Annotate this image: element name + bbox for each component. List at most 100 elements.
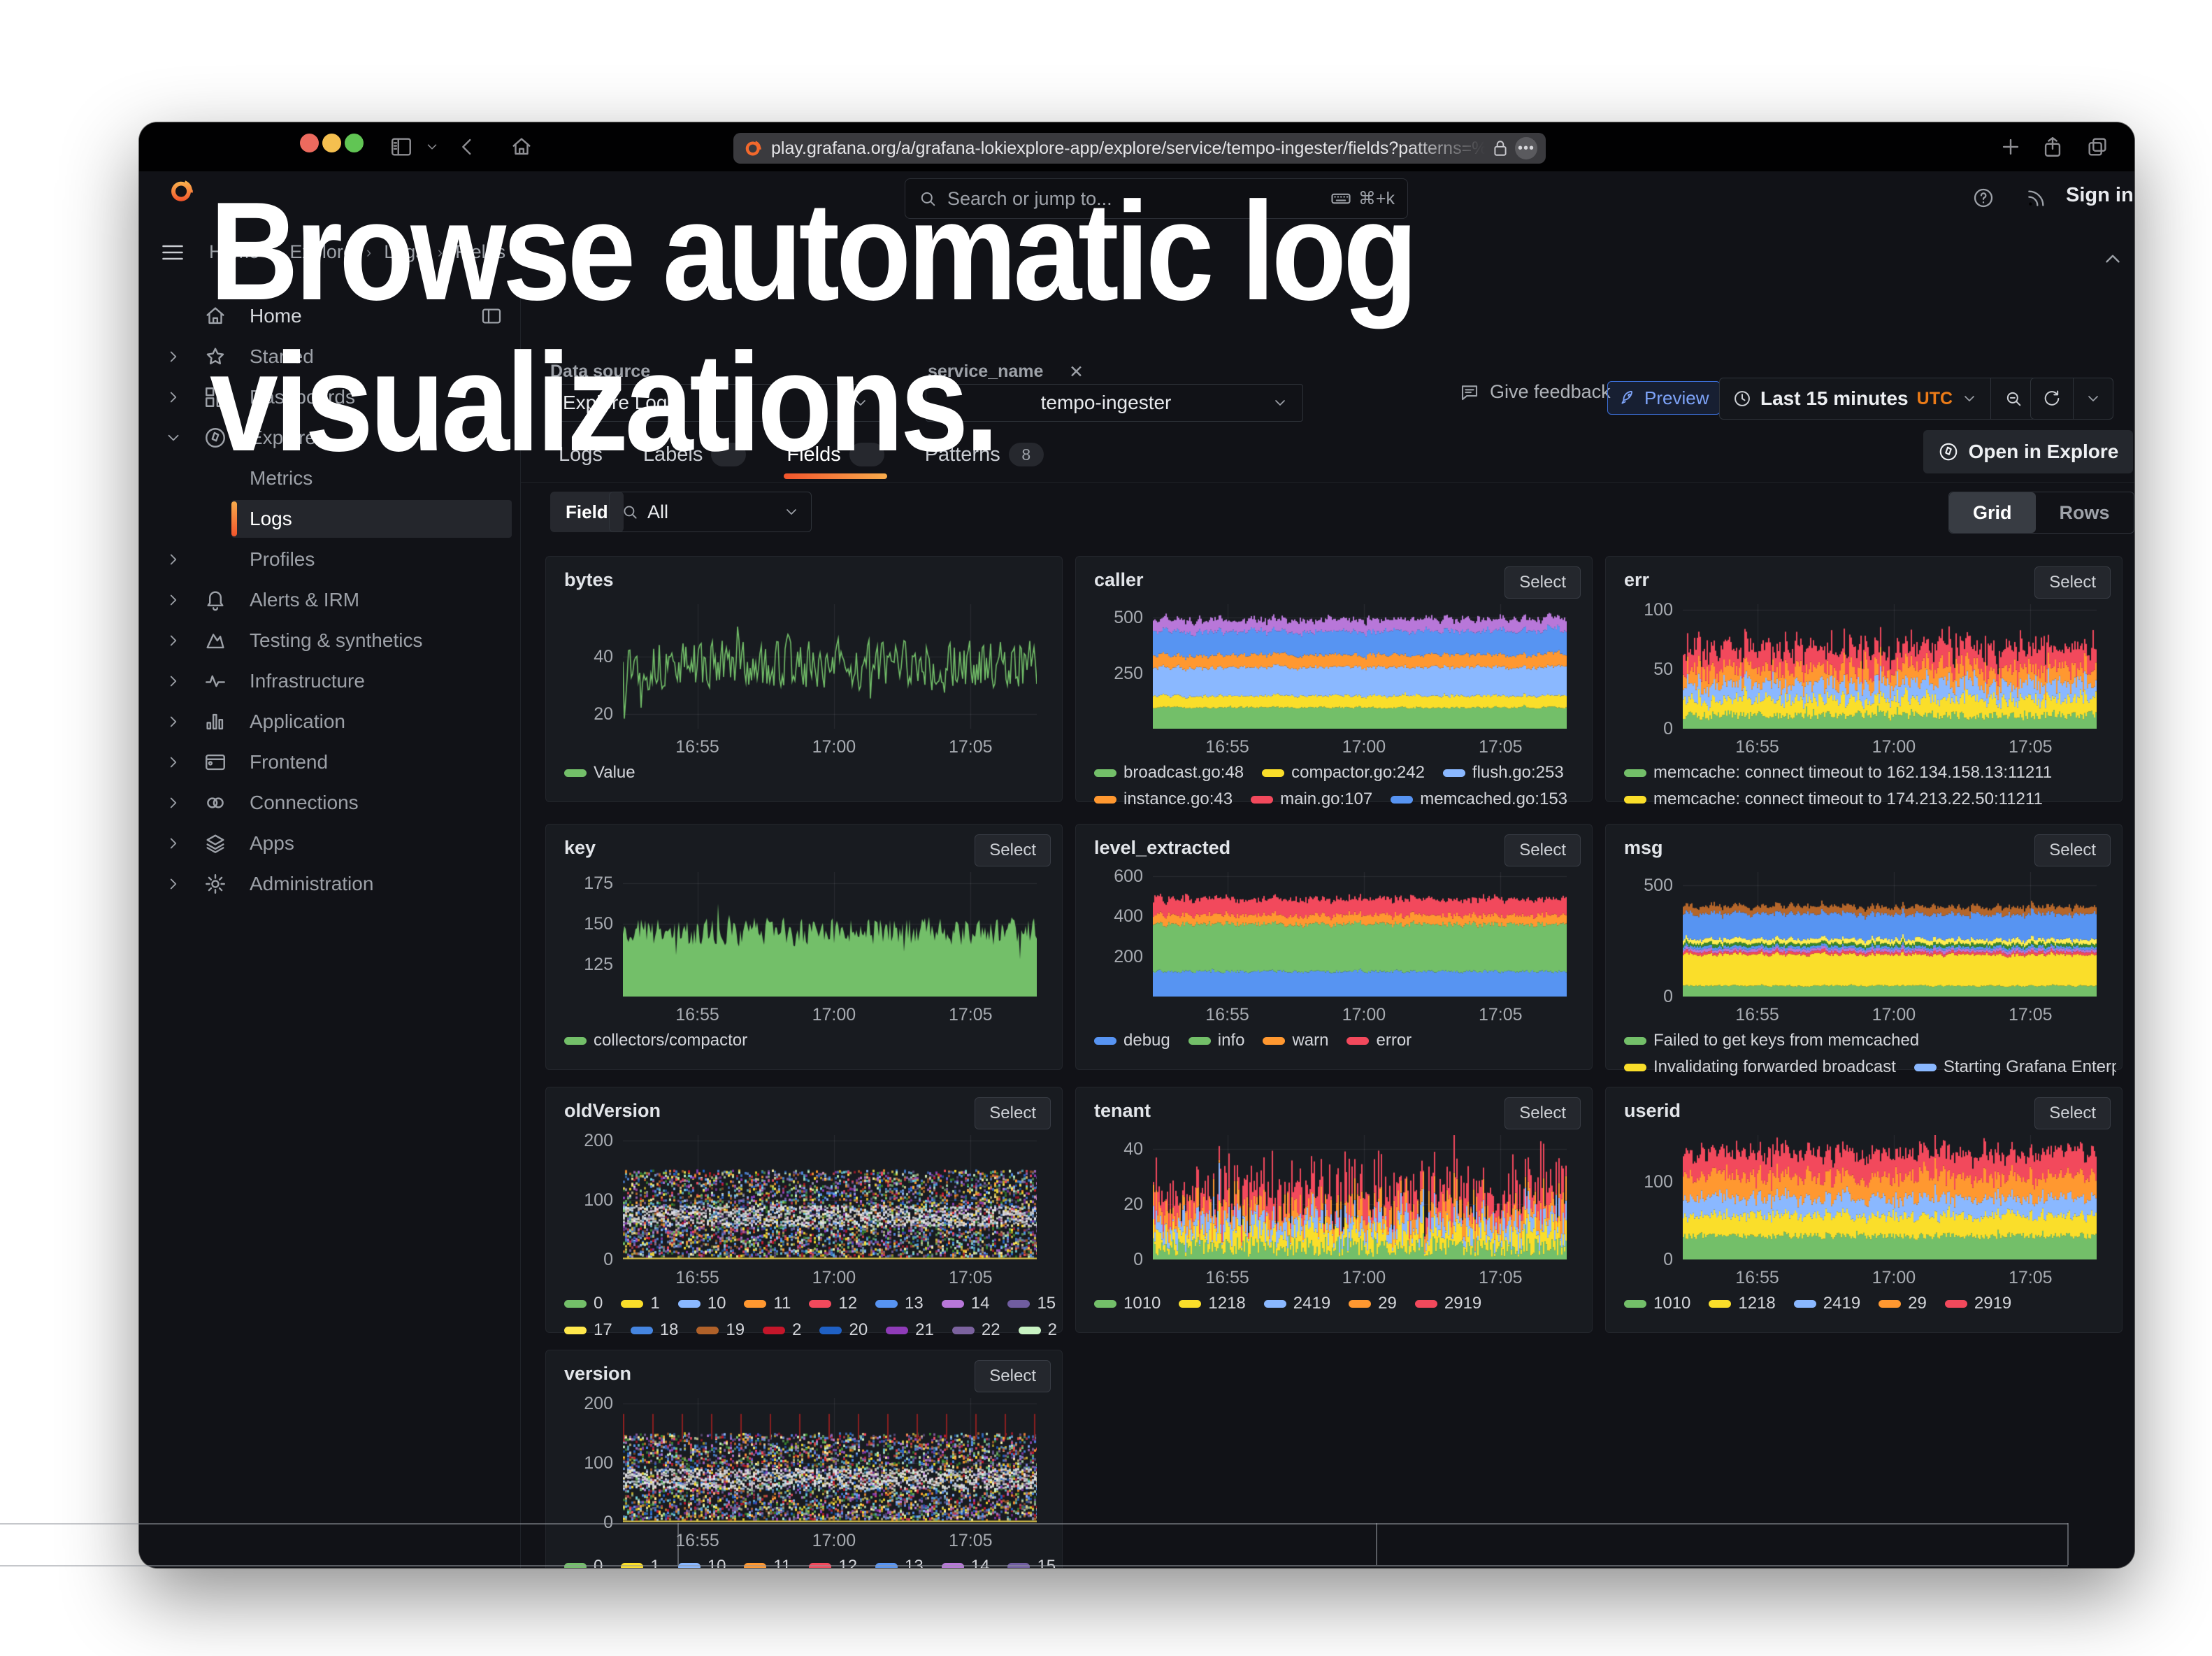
field-search-select[interactable]: All: [609, 492, 812, 532]
legend-item[interactable]: 29: [1879, 1294, 1927, 1313]
legend-item[interactable]: memcached.go:153: [1391, 790, 1567, 809]
legend-item[interactable]: 12: [809, 1294, 857, 1313]
legend-item[interactable]: 11: [744, 1294, 791, 1313]
legend-item[interactable]: collectors/compactor: [564, 1031, 747, 1050]
sidebar-item-alerts-irm[interactable]: Alerts & IRM: [139, 580, 520, 620]
select-button[interactable]: Select: [975, 1360, 1051, 1392]
chevron-right-icon[interactable]: [164, 713, 182, 731]
legend-item[interactable]: 2919: [1415, 1294, 1481, 1313]
legend-item[interactable]: 23: [1019, 1320, 1056, 1340]
rss-icon[interactable]: [2025, 187, 2048, 209]
url-bar[interactable]: play.grafana.org/a/grafana-lokiexplore-a…: [733, 133, 1546, 164]
chart-canvas[interactable]: [1153, 872, 1567, 997]
help-icon[interactable]: [1972, 187, 1995, 209]
select-button[interactable]: Select: [975, 1097, 1051, 1129]
select-button[interactable]: Select: [2034, 1097, 2111, 1129]
legend-item[interactable]: 20: [819, 1320, 868, 1340]
sidebar-item-logs[interactable]: Logs: [139, 499, 520, 539]
tabs-overview-icon[interactable]: [2085, 135, 2109, 159]
time-picker[interactable]: Last 15 minutes UTC: [1719, 378, 2037, 420]
sidebar-item-starred[interactable]: Starred: [139, 336, 520, 377]
legend-item[interactable]: debug: [1094, 1031, 1170, 1050]
legend-item[interactable]: 0: [564, 1294, 603, 1313]
breadcrumb-explore[interactable]: Explore: [289, 241, 354, 263]
legend-item[interactable]: 14: [942, 1294, 990, 1313]
search-input[interactable]: Search or jump to... ⌘+k: [905, 178, 1408, 219]
sidebar-item-infrastructure[interactable]: Infrastructure: [139, 661, 520, 701]
breadcrumb-home[interactable]: Home: [209, 241, 259, 263]
breadcrumb-fields[interactable]: Fields: [455, 241, 505, 263]
legend-item[interactable]: Invalidating forwarded broadcast: [1624, 1057, 1896, 1077]
select-button[interactable]: Select: [1504, 834, 1581, 866]
new-tab-icon[interactable]: [1999, 135, 2023, 159]
menu-icon[interactable]: [160, 240, 185, 265]
legend-item[interactable]: Failed to get keys from memcached: [1624, 1031, 1919, 1050]
zoom-out-button[interactable]: [1991, 378, 2036, 419]
chevron-right-icon[interactable]: [164, 631, 182, 650]
chart-canvas[interactable]: [623, 872, 1037, 997]
chevron-right-icon[interactable]: [164, 794, 182, 812]
legend-item[interactable]: 2: [763, 1320, 801, 1340]
legend-item[interactable]: 29: [1349, 1294, 1397, 1313]
chevron-right-icon[interactable]: [164, 753, 182, 771]
legend-item[interactable]: main.go:107: [1251, 790, 1372, 809]
chart-canvas[interactable]: [623, 604, 1037, 729]
legend-item[interactable]: broadcast.go:48: [1094, 763, 1244, 783]
sidebar-item-dashboards[interactable]: Dashboards: [139, 377, 520, 417]
chart-canvas[interactable]: [623, 1398, 1037, 1522]
tab-patterns[interactable]: Patterns8: [925, 443, 1044, 479]
chevron-right-icon[interactable]: [164, 834, 182, 852]
legend-item[interactable]: 10: [678, 1294, 726, 1313]
legend-item[interactable]: memcache: connect timeout to 162.134.158…: [1624, 763, 2052, 783]
tab-logs[interactable]: Logs: [559, 443, 603, 479]
more-options-icon[interactable]: •••: [1515, 137, 1537, 159]
sidebar-item-connections[interactable]: Connections: [139, 783, 520, 823]
chevron-down-icon[interactable]: [164, 429, 182, 447]
data-source-select[interactable]: Explore Logs: [548, 384, 884, 422]
chevron-right-icon[interactable]: [164, 388, 182, 406]
legend-item[interactable]: Starting Grafana Enterpri: [1914, 1057, 2116, 1077]
collapse-chevron-icon[interactable]: [2101, 247, 2125, 271]
legend-item[interactable]: 22: [952, 1320, 1000, 1340]
sidebar-item-metrics[interactable]: Metrics: [139, 458, 520, 499]
legend-item[interactable]: 21: [886, 1320, 934, 1340]
select-button[interactable]: Select: [1504, 1097, 1581, 1129]
legend-item[interactable]: memcache: connect timeout to 174.213.22.…: [1624, 790, 2043, 809]
legend-item[interactable]: instance.go:43: [1094, 790, 1233, 809]
chevron-right-icon[interactable]: [164, 591, 182, 609]
toggle-grid[interactable]: Grid: [1949, 492, 2036, 533]
tab-fields[interactable]: Fields: [787, 443, 884, 479]
legend-item[interactable]: 1010: [1094, 1294, 1161, 1313]
legend-item[interactable]: 1218: [1179, 1294, 1245, 1313]
close-window-button[interactable]: [300, 134, 319, 152]
sidebar-item-apps[interactable]: Apps: [139, 823, 520, 864]
refresh-interval-button[interactable]: [2074, 378, 2113, 419]
home-nav-icon[interactable]: [510, 135, 533, 159]
sidebar-item-application[interactable]: Application: [139, 701, 520, 742]
give-feedback-link[interactable]: Give feedback: [1459, 381, 1611, 403]
sign-in-button[interactable]: Sign in: [2066, 184, 2134, 207]
sidebar-item-frontend[interactable]: Frontend: [139, 742, 520, 783]
grafana-logo[interactable]: [166, 176, 195, 206]
breadcrumb-logs[interactable]: Logs: [384, 241, 425, 263]
legend-item[interactable]: flush.go:253: [1443, 763, 1564, 783]
share-icon[interactable]: [2041, 135, 2064, 159]
legend-item[interactable]: 2419: [1264, 1294, 1330, 1313]
back-icon[interactable]: [455, 135, 479, 159]
legend-item[interactable]: compactor.go:242: [1262, 763, 1425, 783]
legend-item[interactable]: 18: [631, 1320, 679, 1340]
legend-item[interactable]: 1218: [1709, 1294, 1775, 1313]
legend-item[interactable]: 13: [875, 1294, 924, 1313]
legend-item[interactable]: 15: [1007, 1294, 1056, 1313]
chevron-right-icon[interactable]: [164, 672, 182, 690]
sidebar-item-testing-synthetics[interactable]: Testing & synthetics: [139, 620, 520, 661]
chevron-right-icon[interactable]: [164, 875, 182, 893]
chart-canvas[interactable]: [1683, 1135, 2097, 1259]
tab-labels[interactable]: Labels: [643, 443, 746, 479]
minimize-window-button[interactable]: [322, 134, 341, 152]
select-button[interactable]: Select: [975, 834, 1051, 866]
sidebar-item-explore[interactable]: Explore: [139, 417, 520, 458]
select-button[interactable]: Select: [2034, 566, 2111, 599]
chart-canvas[interactable]: [1683, 872, 2097, 997]
legend-item[interactable]: info: [1188, 1031, 1245, 1050]
